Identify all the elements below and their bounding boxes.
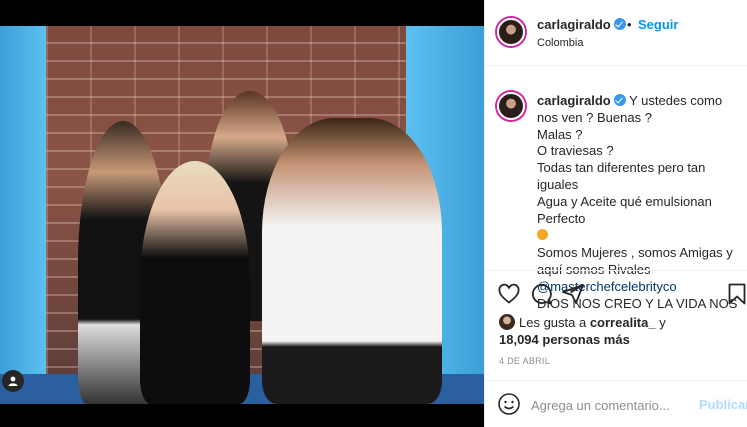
comment-icon (532, 284, 552, 305)
verified-badge-icon (613, 18, 626, 30)
caption-line: O traviesas ? (537, 143, 614, 159)
photo-person (140, 161, 250, 404)
verified-badge-icon (613, 94, 626, 106)
caption-line: Agua y Aceite qué emulsionan Perfecto (537, 193, 712, 226)
location-link[interactable]: Colombia (537, 37, 583, 49)
user-icon (8, 376, 18, 386)
author-avatar[interactable] (497, 18, 525, 46)
emoji-icon (537, 229, 548, 241)
post-header: carlagiraldo • Seguir Colombia (485, 0, 747, 66)
instagram-post-modal: carlagiraldo • Seguir Colombia carlagira… (0, 0, 747, 427)
comment-button[interactable] (529, 282, 553, 306)
caption-line: Malas ? (537, 126, 583, 142)
post-photo[interactable] (0, 26, 484, 404)
comment-input[interactable] (531, 395, 681, 415)
caption-username: carlagiraldo (537, 93, 611, 108)
share-icon (562, 284, 584, 304)
photo-person (262, 118, 442, 404)
like-button[interactable] (497, 282, 521, 306)
likes-conjunction: y (655, 315, 666, 330)
post-date[interactable]: 4 DE ABRIL (499, 356, 550, 366)
likes-summary: Les gusta a correalita_ y 18,094 persona… (499, 314, 739, 348)
likes-prefix: Les gusta a (519, 315, 590, 330)
author-username-link[interactable]: carlagiraldo (537, 17, 626, 32)
action-bar (485, 270, 747, 316)
likes-count-link[interactable]: 18,094 personas más (499, 332, 630, 347)
smiley-icon (498, 393, 520, 415)
share-button[interactable] (561, 282, 585, 306)
caption-author-avatar[interactable] (497, 92, 525, 120)
post-sidebar: carlagiraldo • Seguir Colombia carlagira… (484, 0, 747, 427)
caption-username-link[interactable]: carlagiraldo (537, 93, 626, 108)
photo-blue-light-left (0, 26, 46, 404)
liker-avatar (499, 314, 515, 330)
heart-icon (498, 283, 520, 304)
publish-button[interactable]: Publicar (699, 397, 747, 412)
liker-username-link[interactable]: correalita_ (590, 315, 656, 330)
separator-dot: • (627, 17, 632, 32)
save-button[interactable] (725, 282, 747, 306)
caption-line: Todas tan diferentes pero tan iguales (537, 160, 706, 192)
bookmark-icon (728, 283, 746, 305)
follow-button[interactable]: Seguir (638, 17, 678, 32)
post-media-area (0, 0, 484, 427)
author-username: carlagiraldo (537, 17, 611, 32)
emoji-picker-button[interactable] (497, 392, 521, 416)
user-tags-button[interactable] (2, 370, 24, 392)
